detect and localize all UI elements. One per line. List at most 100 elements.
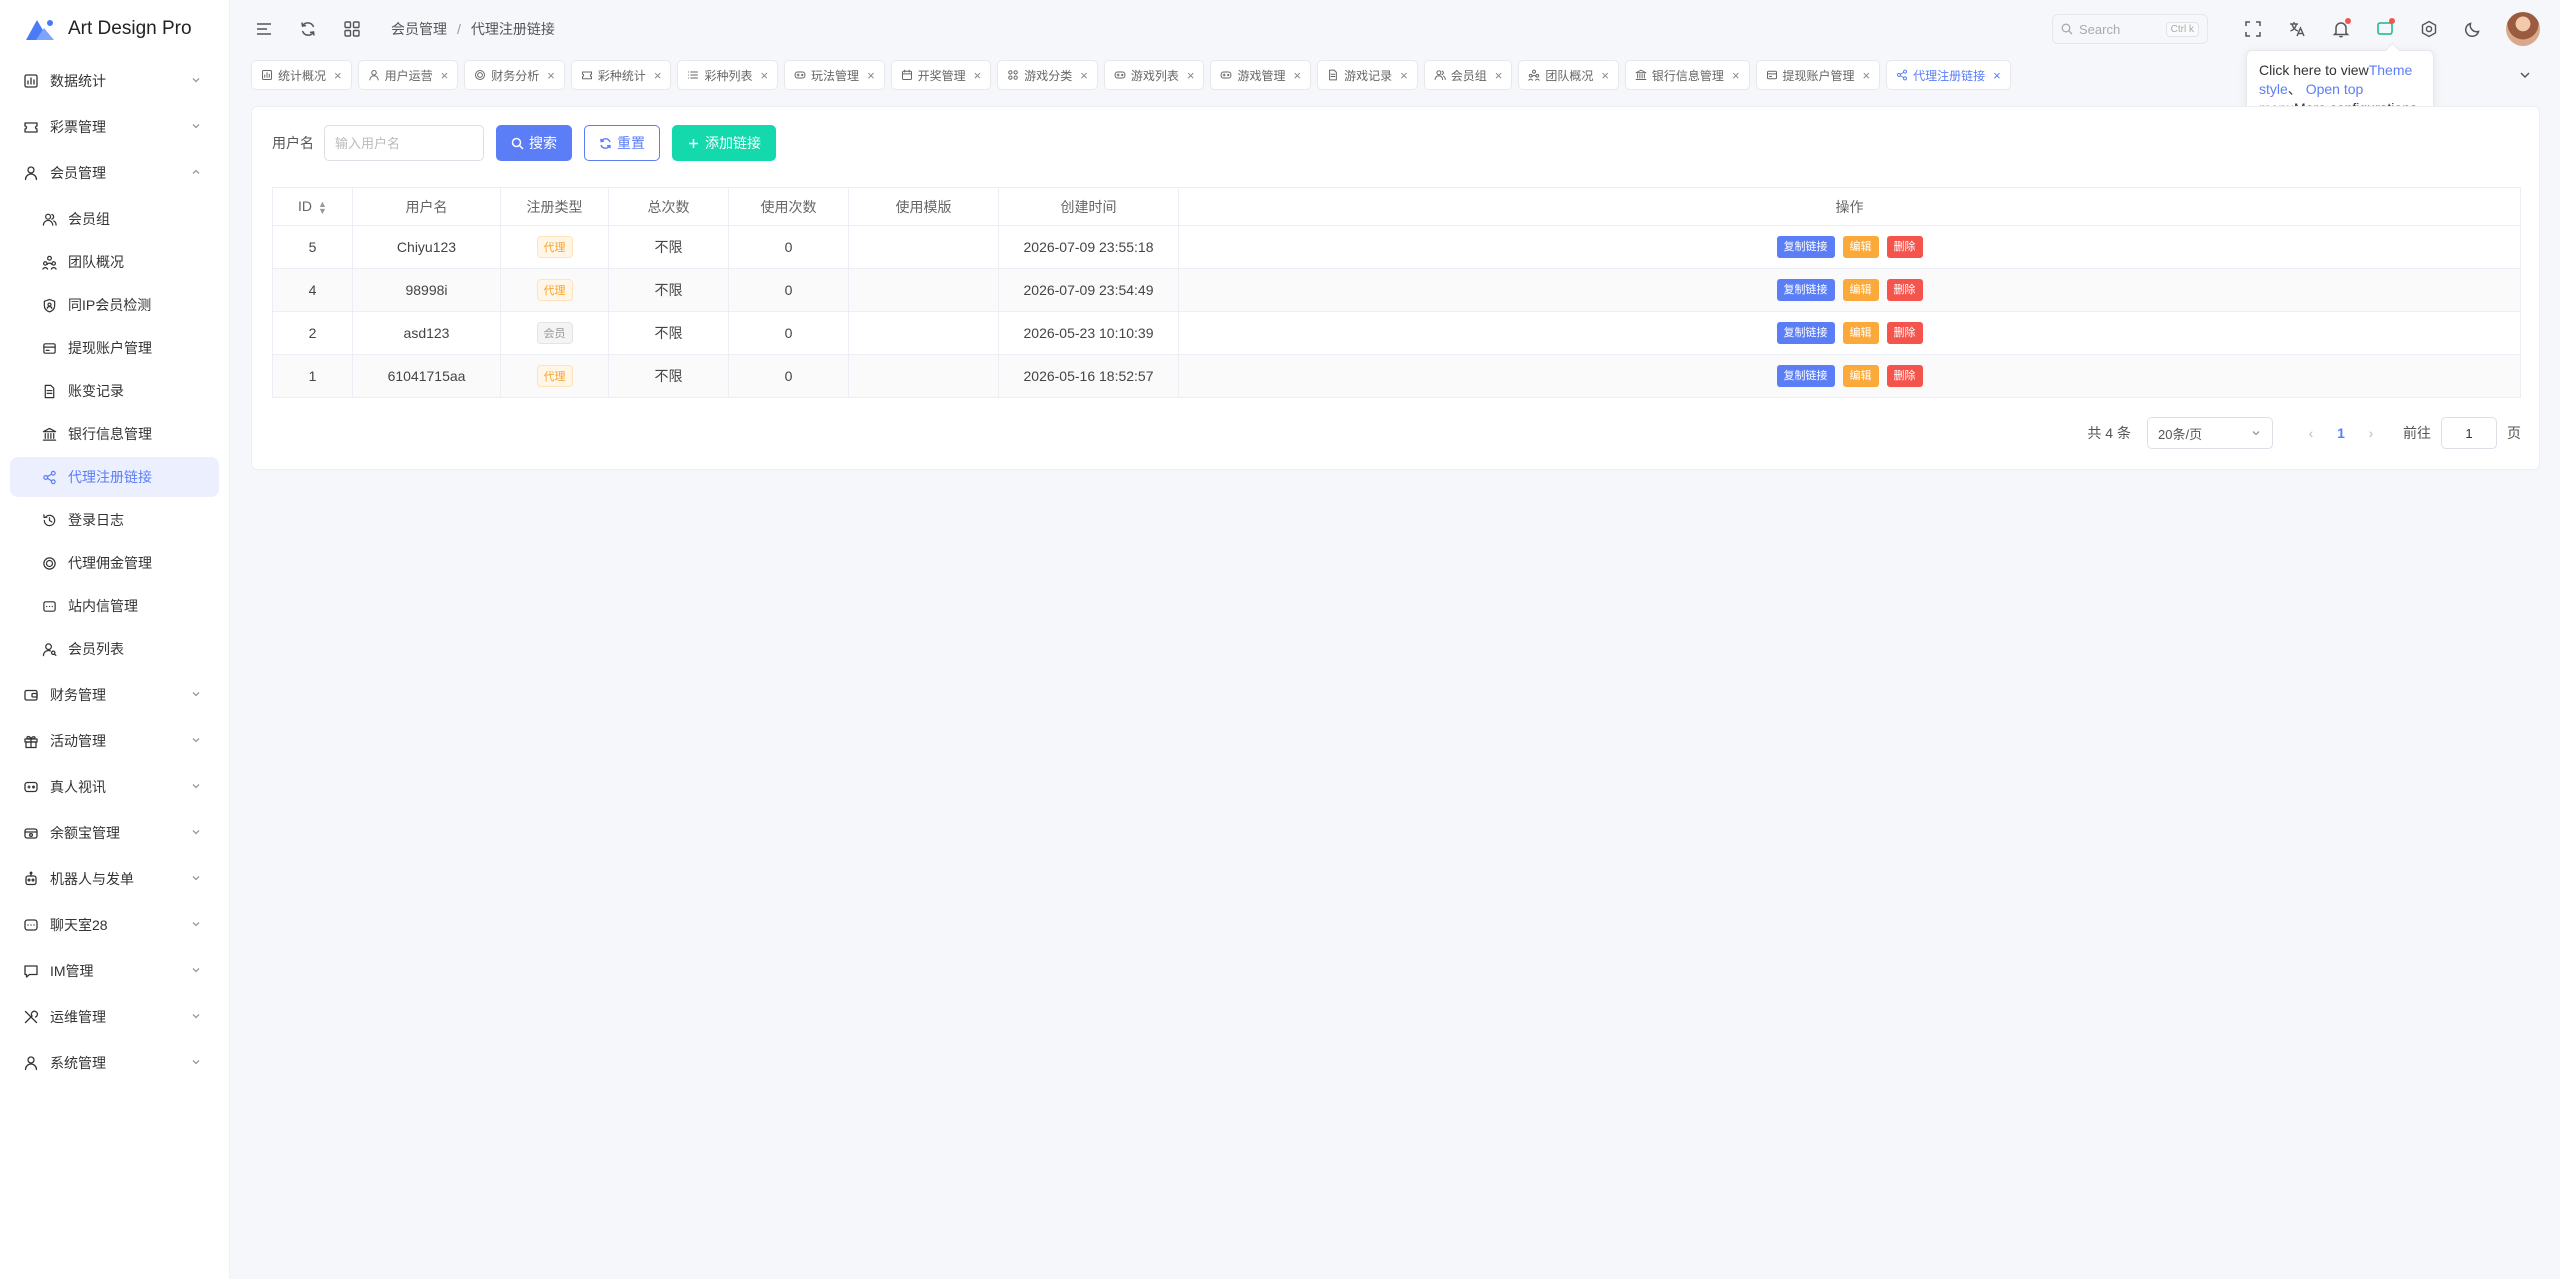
close-icon[interactable]: × <box>1080 68 1088 83</box>
next-page-chevron-right-icon[interactable]: › <box>2359 425 2383 441</box>
close-icon[interactable]: × <box>1863 68 1871 83</box>
sidebar-subitem-2-0[interactable]: 会员组 <box>10 199 219 239</box>
sidebar-item-11[interactable]: 系统管理 <box>0 1040 229 1086</box>
edit-button[interactable]: 编辑 <box>1842 236 1879 258</box>
tab-5[interactable]: 玩法管理 × <box>784 60 885 90</box>
app-title: Art Design Pro <box>68 18 192 39</box>
sidebar-subitem-2-8[interactable]: 代理佣金管理 <box>10 543 219 583</box>
user-avatar[interactable] <box>2506 12 2540 46</box>
add-link-button[interactable]: 添加链接 <box>672 125 776 161</box>
tab-0[interactable]: 统计概况 × <box>251 60 352 90</box>
close-icon[interactable]: × <box>1294 68 1302 83</box>
search-button[interactable]: 搜索 <box>496 125 572 161</box>
tabs-more-chevron-down-icon[interactable] <box>2512 62 2538 88</box>
column-header-template: 使用模版 <box>848 187 999 226</box>
sidebar-subitem-2-6[interactable]: 代理注册链接 <box>10 457 219 497</box>
close-icon[interactable]: × <box>654 68 662 83</box>
close-icon[interactable]: × <box>334 68 342 83</box>
copy-link-button[interactable]: 复制链接 <box>1776 236 1835 258</box>
global-search[interactable]: Search Ctrl k <box>2052 14 2208 44</box>
sidebar-subitem-2-2[interactable]: 同IP会员检测 <box>10 285 219 325</box>
fullscreen-icon[interactable] <box>2242 18 2264 40</box>
tab-1[interactable]: 用户运营 × <box>357 60 459 90</box>
language-icon[interactable] <box>2286 18 2308 40</box>
tab-4[interactable]: 彩种列表 × <box>677 60 779 90</box>
delete-button[interactable]: 删除 <box>1886 279 1923 301</box>
close-icon[interactable]: × <box>1495 68 1503 83</box>
copy-link-button[interactable]: 复制链接 <box>1776 322 1835 344</box>
sidebar-subitem-2-1[interactable]: 团队概况 <box>10 242 219 282</box>
copy-link-button[interactable]: 复制链接 <box>1776 279 1835 301</box>
chat-icon[interactable] <box>2374 18 2396 40</box>
close-icon[interactable]: × <box>1993 68 2001 83</box>
user-search-icon <box>42 641 58 657</box>
tab-2[interactable]: 财务分析 × <box>464 60 565 90</box>
sidebar-subitem-2-9[interactable]: 站内信管理 <box>10 586 219 626</box>
dark-mode-moon-icon[interactable] <box>2462 18 2484 40</box>
refresh-icon[interactable] <box>297 18 319 40</box>
sidebar-item-4[interactable]: 活动管理 <box>0 718 229 764</box>
close-icon[interactable]: × <box>441 68 449 83</box>
sidebar-subitem-2-10[interactable]: 会员列表 <box>10 629 219 669</box>
sort-icon[interactable]: ▲ ▼ <box>318 199 327 215</box>
username-filter-input[interactable] <box>324 125 484 161</box>
close-icon[interactable]: × <box>1601 68 1609 83</box>
delete-button[interactable]: 删除 <box>1886 236 1923 258</box>
delete-button[interactable]: 删除 <box>1886 322 1923 344</box>
tab-13[interactable]: 银行信息管理 × <box>1624 60 1750 90</box>
close-icon[interactable]: × <box>547 68 555 83</box>
breadcrumb-item-member-management[interactable]: 会员管理 <box>391 19 447 39</box>
notification-bell-icon[interactable] <box>2330 18 2352 40</box>
column-header-id[interactable]: ID ▲ ▼ <box>272 187 353 226</box>
tab-14[interactable]: 提现账户管理 × <box>1755 60 1881 90</box>
page-number-current[interactable]: 1 <box>2329 425 2353 441</box>
menu-toggle-icon[interactable] <box>253 18 275 40</box>
users-icon <box>42 211 58 227</box>
tab-3[interactable]: 彩种统计 × <box>570 60 672 90</box>
sidebar-item-9[interactable]: IM管理 <box>0 948 229 994</box>
close-icon[interactable]: × <box>867 68 875 83</box>
close-icon[interactable]: × <box>974 68 982 83</box>
app-logo[interactable]: Art Design Pro <box>0 0 229 58</box>
copy-link-button[interactable]: 复制链接 <box>1776 365 1835 387</box>
edit-button[interactable]: 编辑 <box>1842 279 1879 301</box>
sidebar-item-0[interactable]: 数据统计 <box>0 58 229 104</box>
tab-15[interactable]: 代理注册链接 × <box>1886 60 2011 90</box>
sidebar-item-1[interactable]: 彩票管理 <box>0 104 229 150</box>
cell-id: 2 <box>272 311 353 355</box>
tab-8[interactable]: 游戏列表 × <box>1103 60 1205 90</box>
tab-6[interactable]: 开奖管理 × <box>890 60 992 90</box>
sidebar-subitem-2-7[interactable]: 登录日志 <box>10 500 219 540</box>
tab-10[interactable]: 游戏记录 × <box>1317 60 1418 90</box>
close-icon[interactable]: × <box>1187 68 1195 83</box>
edit-button[interactable]: 编辑 <box>1842 365 1879 387</box>
tab-label: 银行信息管理 <box>1651 68 1724 83</box>
close-icon[interactable]: × <box>760 68 768 83</box>
apps-grid-icon[interactable] <box>341 18 363 40</box>
tab-12[interactable]: 团队概况 × <box>1518 60 1619 90</box>
sidebar-item-2[interactable]: 会员管理 <box>0 150 229 196</box>
chevron-down-icon <box>189 733 203 750</box>
sidebar-item-7[interactable]: 机器人与发单 <box>0 856 229 902</box>
sidebar-item-3[interactable]: 财务管理 <box>0 672 229 718</box>
close-icon[interactable]: × <box>1732 68 1740 83</box>
goto-page-input[interactable] <box>2441 417 2497 449</box>
sidebar-subitem-2-5[interactable]: 银行信息管理 <box>10 414 219 454</box>
tab-11[interactable]: 会员组 × <box>1423 60 1513 90</box>
sidebar-subitem-2-3[interactable]: 提现账户管理 <box>10 328 219 368</box>
sidebar-item-8[interactable]: 聊天室28 <box>0 902 229 948</box>
sidebar-item-10[interactable]: 运维管理 <box>0 994 229 1040</box>
reset-button[interactable]: 重置 <box>584 125 660 161</box>
sidebar-subitem-2-4[interactable]: 账变记录 <box>10 371 219 411</box>
close-icon[interactable]: × <box>1400 68 1408 83</box>
sidebar-item-5[interactable]: 真人视讯 <box>0 764 229 810</box>
tab-7[interactable]: 游戏分类 × <box>997 60 1098 90</box>
tab-9[interactable]: 游戏管理 × <box>1210 60 1312 90</box>
prev-page-chevron-left-icon[interactable]: ‹ <box>2299 425 2323 441</box>
chevron-down-icon <box>189 871 203 888</box>
edit-button[interactable]: 编辑 <box>1842 322 1879 344</box>
page-size-select[interactable]: 20条/页 <box>2147 417 2273 449</box>
sidebar-item-6[interactable]: 余额宝管理 <box>0 810 229 856</box>
settings-gear-icon[interactable] <box>2418 18 2440 40</box>
delete-button[interactable]: 删除 <box>1886 365 1923 387</box>
